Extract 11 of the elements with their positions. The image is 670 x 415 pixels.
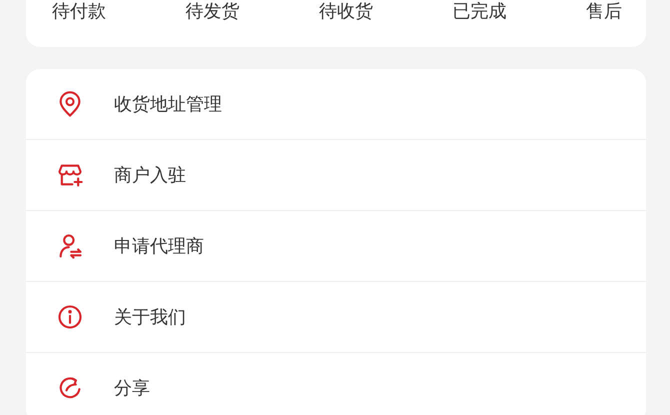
order-status-tab[interactable]: 待发货 [186, 0, 240, 24]
order-status-tab[interactable]: 已完成 [452, 0, 506, 24]
order-status-tab[interactable]: 待收货 [319, 0, 373, 24]
order-status-tab[interactable]: 售后 [586, 0, 622, 24]
info-icon [56, 303, 84, 331]
menu-item[interactable]: 收货地址管理 [26, 69, 646, 140]
order-status-tab[interactable]: 待付款 [52, 0, 106, 24]
menu-item[interactable]: 分享 [26, 353, 646, 415]
menu-item[interactable]: 申请代理商 [26, 211, 646, 282]
menu-item[interactable]: 商户入驻 [26, 140, 646, 211]
menu-item[interactable]: 关于我们 [26, 282, 646, 353]
